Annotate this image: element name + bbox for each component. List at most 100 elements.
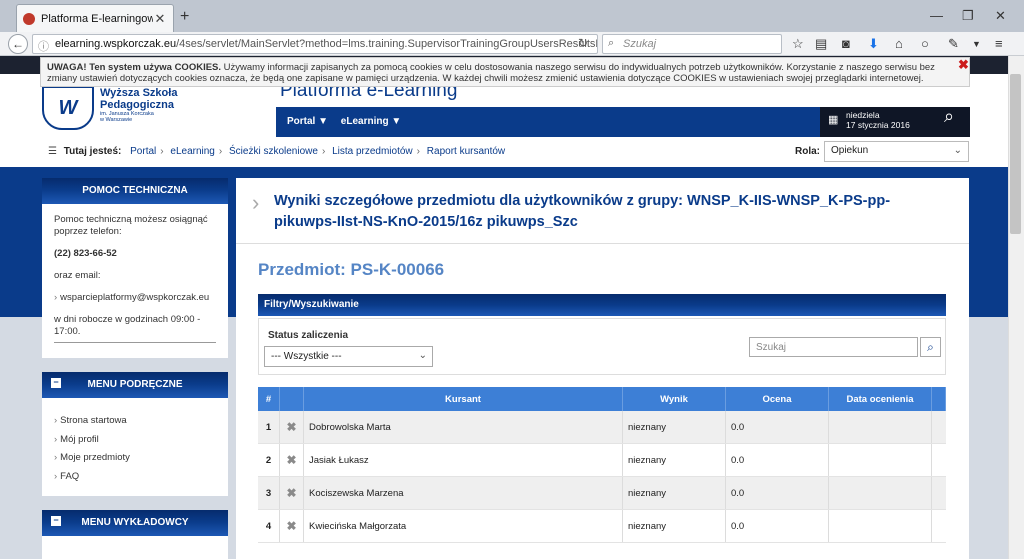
row-filler [932, 477, 946, 509]
support-email-link[interactable]: › wsparcieplatformy@wspkorczak.eu [54, 292, 216, 304]
home-icon[interactable]: ⌂ [895, 36, 903, 51]
breadcrumb-item-elearning[interactable]: eLearning [170, 146, 214, 157]
student-name[interactable]: Kociszewska Marzena [304, 477, 623, 509]
support-box: POMOC TECHNICZNA Pomoc techniczną możesz… [42, 178, 228, 358]
favicon-icon [23, 12, 35, 25]
support-email-label: oraz email: [54, 270, 101, 281]
grade-date [829, 411, 932, 443]
grade-date [829, 477, 932, 509]
menu-portal[interactable]: Portal ▼ [287, 116, 328, 127]
quick-menu-item-start[interactable]: › Strona startowa [54, 412, 216, 431]
bookmark-star-icon[interactable]: ☆ [792, 36, 804, 52]
filter-header: Filtry/Wyszukiwanie [258, 294, 946, 316]
cookie-close-icon[interactable]: ✖ [958, 57, 969, 73]
url-domain: elearning.wspkorczak.eu [55, 38, 177, 50]
browser-search-input[interactable]: ⌕ Szukaj [602, 34, 782, 54]
table-row[interactable]: 2 ✖ Jasiak Łukasz nieznany 0.0 [258, 444, 946, 477]
scrollbar-thumb[interactable] [1010, 74, 1021, 234]
school-name: Wyższa Szkoła Pedagogiczna im. Janusza K… [100, 87, 177, 123]
header-grade-date[interactable]: Data ocenienia [829, 387, 932, 411]
breadcrumb-item-report[interactable]: Raport kursantów [427, 146, 505, 157]
support-email[interactable]: wsparcieplatformy@wspkorczak.eu [60, 292, 209, 303]
header-student[interactable]: Kursant [304, 387, 623, 411]
url-path: /4ses/servlet/MainServlet?method=lms.tra… [176, 38, 598, 50]
minimize-icon[interactable]: — [930, 8, 943, 23]
search-button[interactable]: ⌕ [920, 337, 941, 357]
quick-menu-item-label[interactable]: Mój profil [60, 434, 99, 445]
chevron-right-icon: › [54, 452, 58, 463]
quick-menu-item-label[interactable]: FAQ [60, 471, 79, 482]
table-row[interactable]: 4 ✖ Kwiecińska Małgorzata nieznany 0.0 [258, 510, 946, 543]
header-result[interactable]: Wynik [623, 387, 726, 411]
main-menu: Portal ▼ eLearning ▼ [287, 116, 411, 127]
result-value: nieznany [623, 477, 726, 509]
remove-icon[interactable]: ✖ [280, 510, 304, 542]
quick-menu-item-label[interactable]: Strona startowa [60, 415, 127, 426]
support-title: POMOC TECHNICZNA [42, 178, 228, 204]
chat-icon[interactable]: ○ [921, 36, 929, 51]
breadcrumb-label: Tutaj jesteś: [63, 146, 122, 157]
collapse-icon[interactable]: − [51, 378, 61, 388]
grade-value: 0.0 [726, 510, 829, 542]
result-value: nieznany [623, 510, 726, 542]
header-number[interactable]: # [258, 387, 280, 411]
role-select[interactable]: Opiekun ⌄ [824, 141, 969, 162]
row-number: 4 [258, 510, 280, 542]
quick-menu-item-label[interactable]: Moje przedmioty [60, 452, 130, 463]
url-bar[interactable]: ⓘ elearning.wspkorczak.eu/4ses/servlet/Ma… [32, 34, 598, 54]
table-row[interactable]: 3 ✖ Kociszewska Marzena nieznany 0.0 [258, 477, 946, 510]
breadcrumb-item-paths[interactable]: Ścieżki szkoleniowe [229, 146, 318, 157]
student-name[interactable]: Dobrowolska Marta [304, 411, 623, 443]
grade-date [829, 444, 932, 476]
breadcrumb-separator: › [160, 146, 164, 157]
breadcrumb-item-portal[interactable]: Portal [130, 146, 156, 157]
restore-icon[interactable]: ❐ [962, 8, 974, 24]
quick-menu-item-subjects[interactable]: › Moje przedmioty [54, 449, 216, 468]
remove-icon[interactable]: ✖ [280, 444, 304, 476]
new-tab-button[interactable]: + [180, 8, 189, 26]
student-name[interactable]: Jasiak Łukasz [304, 444, 623, 476]
extension-icon[interactable]: ✎ [948, 36, 959, 52]
row-number: 1 [258, 411, 280, 443]
reload-icon[interactable]: ↻ [578, 36, 588, 50]
table-row[interactable]: 1 ✖ Dobrowolska Marta nieznany 0.0 [258, 411, 946, 444]
header-grade[interactable]: Ocena [726, 387, 829, 411]
close-window-icon[interactable]: ✕ [995, 8, 1006, 24]
close-tab-icon[interactable]: ✕ [153, 11, 167, 27]
remove-icon[interactable]: ✖ [280, 477, 304, 509]
cookie-notice: UWAGA! Ten system używa COOKIES. Używamy… [40, 57, 970, 87]
status-select[interactable]: --- Wszystkie --- ⌄ [264, 346, 433, 367]
hamburger-menu-icon[interactable]: ≡ [995, 36, 1003, 51]
grade-value: 0.0 [726, 444, 829, 476]
row-number: 3 [258, 477, 280, 509]
cookie-title: UWAGA! Ten system używa COOKIES. [47, 62, 222, 73]
info-icon: ⓘ [38, 41, 49, 53]
student-name[interactable]: Kwiecińska Małgorzata [304, 510, 623, 542]
browser-tab[interactable]: Platforma E-learningowa ... ✕ [16, 4, 174, 32]
dropdown-icon[interactable]: ▼ [972, 39, 981, 49]
header-filler [932, 387, 946, 411]
breadcrumb-menu-icon[interactable]: ☰ [48, 146, 57, 157]
search-icon: ⌕ [608, 37, 615, 49]
chevron-right-icon: › [54, 415, 58, 426]
page-title: Wyniki szczegółowe przedmiotu dla użytko… [274, 193, 891, 230]
collapse-icon[interactable]: − [51, 516, 61, 526]
download-icon[interactable]: ⬇ [868, 36, 879, 52]
school-name-line1: Wyższa Szkoła [100, 87, 178, 99]
grade-value: 0.0 [726, 411, 829, 443]
site-search-icon[interactable]: ⌕ [944, 107, 954, 125]
back-button[interactable]: ← [8, 34, 28, 54]
chevron-down-icon: ⌄ [418, 350, 427, 361]
chevron-down-icon: ⌄ [953, 145, 962, 156]
pocket-icon[interactable]: ◙ [842, 36, 850, 51]
library-icon[interactable]: ▤ [815, 36, 827, 52]
breadcrumb-item-subjects[interactable]: Lista przedmiotów [332, 146, 413, 157]
quick-menu-item-profile[interactable]: › Mój profil [54, 431, 216, 450]
school-logo[interactable]: W [42, 86, 94, 130]
menu-elearning[interactable]: eLearning ▼ [341, 116, 401, 127]
result-value: nieznany [623, 411, 726, 443]
quick-menu-item-faq[interactable]: › FAQ [54, 468, 216, 487]
remove-icon[interactable]: ✖ [280, 411, 304, 443]
support-hours: w dni robocze w godzinach 09:00 - 17:00. [54, 314, 201, 337]
search-input[interactable]: Szukaj [749, 337, 918, 357]
